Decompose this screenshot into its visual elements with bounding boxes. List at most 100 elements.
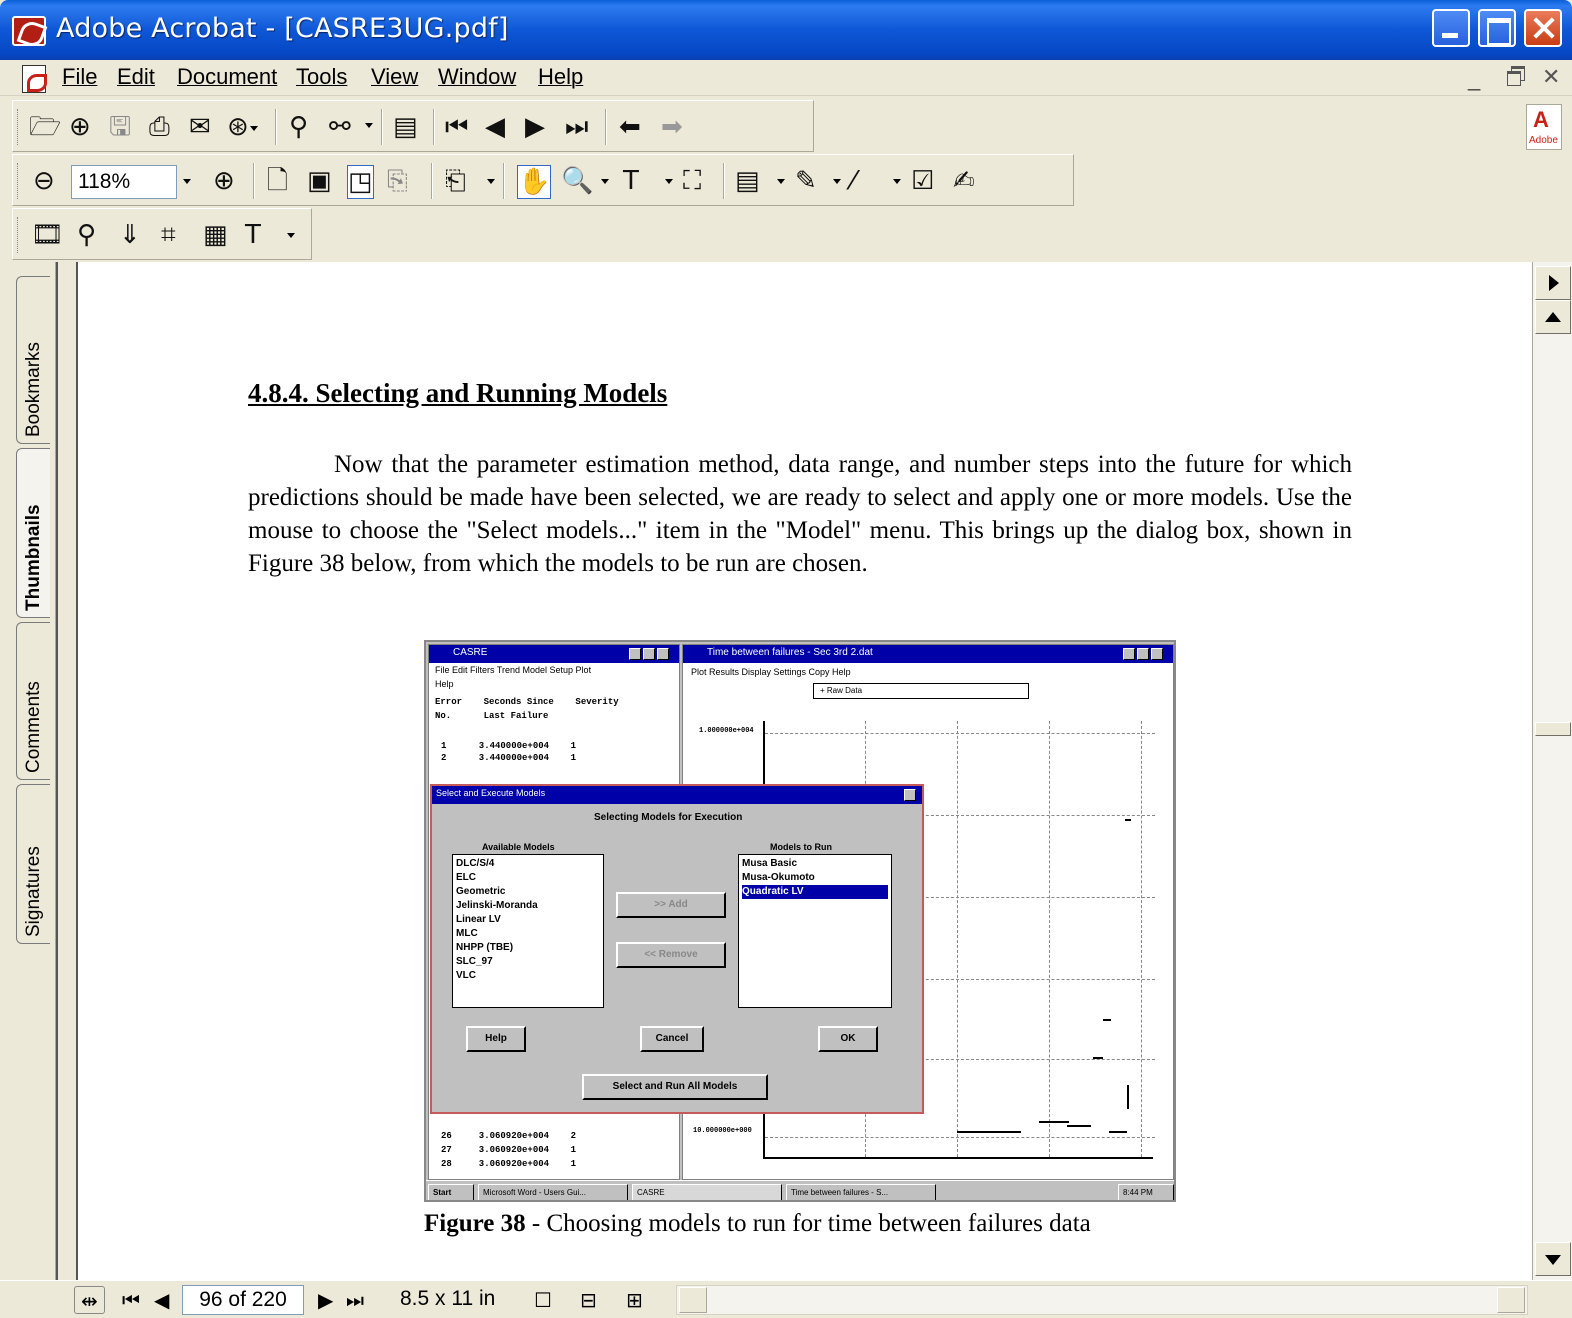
document-close-icon[interactable]: ✕ <box>1542 64 1560 90</box>
pencil-tool-icon[interactable]: ✎ <box>795 165 817 197</box>
horizontal-scrollbar[interactable] <box>676 1285 1528 1315</box>
zoom-input[interactable]: 118% <box>71 165 177 199</box>
separator <box>381 109 383 145</box>
separator <box>605 109 607 145</box>
next-page-icon[interactable]: ▶ <box>525 111 545 143</box>
go-forward-icon[interactable]: ➡ <box>661 111 683 143</box>
scroll-up-button[interactable] <box>1535 300 1571 334</box>
rotate-dropdown-icon[interactable] <box>487 179 495 184</box>
zoom-dropdown-icon[interactable] <box>183 179 191 184</box>
casre-column-headers: Error Seconds Since Severity <box>435 697 619 707</box>
sign-icon[interactable]: ✍ <box>953 165 975 197</box>
single-page-layout-icon[interactable]: ☐ <box>534 1286 552 1314</box>
menu-window[interactable]: Window <box>438 64 516 90</box>
note-tool-icon[interactable]: ▤ <box>735 165 760 197</box>
tab-comments[interactable]: Comments <box>16 622 50 780</box>
email-icon[interactable]: ✉ <box>189 111 211 143</box>
toolbar-grip[interactable] <box>17 109 20 145</box>
plot-x-axis <box>763 1157 1153 1159</box>
next-page-arrow-icon[interactable] <box>1535 266 1571 300</box>
add-button: >> Add <box>616 892 726 918</box>
menu-edit[interactable]: Edit <box>117 64 155 90</box>
fit-visible-icon[interactable]: ⎘ <box>387 165 408 197</box>
hand-tool-icon[interactable]: ✋ <box>517 165 552 199</box>
minimize-button[interactable] <box>1432 9 1470 47</box>
scroll-left-button[interactable] <box>679 1287 707 1313</box>
list-item: MLC <box>456 928 478 939</box>
close-button[interactable] <box>1524 9 1562 47</box>
menu-file[interactable]: File <box>62 64 97 90</box>
find-icon[interactable]: ⚲ <box>289 111 308 143</box>
maximize-button[interactable] <box>1478 9 1516 47</box>
tab-thumbnails[interactable]: Thumbnails <box>16 448 50 618</box>
form-tool-icon[interactable]: ▦ <box>203 219 228 251</box>
spell-check-icon[interactable]: ☑ <box>911 165 934 197</box>
zoom-in-icon[interactable]: ⊕ <box>213 165 235 197</box>
plot-grid-line <box>1141 721 1142 1157</box>
web-capture-dropdown-icon[interactable] <box>250 126 258 131</box>
note-dropdown-icon[interactable] <box>777 179 785 184</box>
highlight-tool-icon[interactable]: ⁄ <box>851 165 855 197</box>
last-page-icon[interactable]: ⏭ <box>565 111 588 143</box>
navigation-pane-splitter[interactable] <box>56 262 78 1280</box>
fit-page-icon[interactable]: ▣ <box>307 165 332 197</box>
web-capture-icon[interactable]: ⊛ <box>227 111 249 143</box>
attach-icon[interactable]: ⚲ <box>77 219 96 251</box>
fit-width-icon[interactable]: ◳ <box>347 165 374 199</box>
search-icon[interactable]: ⚯ <box>329 111 351 143</box>
previous-page-button[interactable]: ◀ <box>154 1286 169 1314</box>
separator <box>503 163 505 199</box>
text-select-dropdown-icon[interactable] <box>665 179 673 184</box>
scroll-down-button[interactable] <box>1535 1242 1571 1276</box>
open-web-icon[interactable]: ⊕ <box>69 111 91 143</box>
facing-layout-icon[interactable]: ⊞ <box>626 1286 643 1314</box>
toolbar-grip[interactable] <box>17 217 20 253</box>
continuous-layout-icon[interactable]: ⊟ <box>580 1286 597 1314</box>
zoom-out-icon[interactable]: ⊖ <box>33 165 55 197</box>
open-icon[interactable]: 🗁 <box>29 111 61 143</box>
text-select-tool-icon[interactable]: T <box>623 165 639 197</box>
list-item: Linear LV <box>456 914 501 925</box>
navigation-pane-icon[interactable]: ▤ <box>393 111 418 143</box>
search-dropdown-icon[interactable] <box>365 123 373 128</box>
actual-size-icon[interactable]: 🗋 <box>267 165 288 197</box>
vertical-scrollbar[interactable] <box>1532 262 1572 1280</box>
touchup-text-icon[interactable]: T <box>245 219 261 251</box>
split-pane-icon[interactable]: ⇹ <box>74 1286 105 1314</box>
zoom-tool-dropdown-icon[interactable] <box>601 179 609 184</box>
print-icon[interactable]: ⎙ <box>149 111 170 143</box>
scroll-right-button[interactable] <box>1497 1287 1525 1313</box>
tab-bookmarks[interactable]: Bookmarks <box>16 276 50 444</box>
scrollbar-thumb[interactable] <box>1535 722 1571 736</box>
next-page-button[interactable]: ▶ <box>318 1286 333 1314</box>
menu-tools[interactable]: Tools <box>296 64 347 90</box>
casre-close-icon <box>657 648 669 660</box>
rotate-view-icon[interactable]: ⎗ <box>445 165 466 197</box>
snapshot-tool-icon[interactable]: ⛶ <box>683 165 701 197</box>
film-icon[interactable]: 🎞 <box>31 219 64 251</box>
toolbar-grip[interactable] <box>17 163 20 199</box>
zoom-tool-icon[interactable]: 🔍 <box>561 165 593 197</box>
document-minimize-icon[interactable]: _ <box>1468 66 1480 92</box>
first-page-icon[interactable]: ⏮ <box>445 111 468 143</box>
plot-data-point <box>1103 1019 1111 1021</box>
crop-icon[interactable]: ⌗ <box>161 219 176 251</box>
last-page-button[interactable]: ⏭ <box>346 1286 364 1314</box>
go-back-icon[interactable]: ⬅ <box>619 111 641 143</box>
tab-signatures[interactable]: Signatures <box>16 784 50 944</box>
first-page-button[interactable]: ⏮ <box>122 1286 140 1314</box>
menu-document[interactable]: Document <box>177 64 277 90</box>
save-icon[interactable]: 🖫 <box>109 111 131 143</box>
pencil-dropdown-icon[interactable] <box>833 179 841 184</box>
menu-view[interactable]: View <box>371 64 418 90</box>
highlight-dropdown-icon[interactable] <box>893 179 901 184</box>
adobe-logo[interactable]: A Adobe <box>1526 104 1562 150</box>
pdf-document-icon[interactable] <box>22 65 47 93</box>
page-number-input[interactable]: 96 of 220 <box>182 1285 304 1315</box>
touchup-dropdown-icon[interactable] <box>287 233 295 238</box>
previous-page-icon[interactable]: ◀ <box>485 111 505 143</box>
menu-help[interactable]: Help <box>538 64 583 90</box>
document-restore-icon[interactable] <box>1506 64 1526 86</box>
touchup-order-icon[interactable]: ⇓ <box>119 219 141 251</box>
task-word: Microsoft Word - Users Gui... <box>478 1184 628 1200</box>
